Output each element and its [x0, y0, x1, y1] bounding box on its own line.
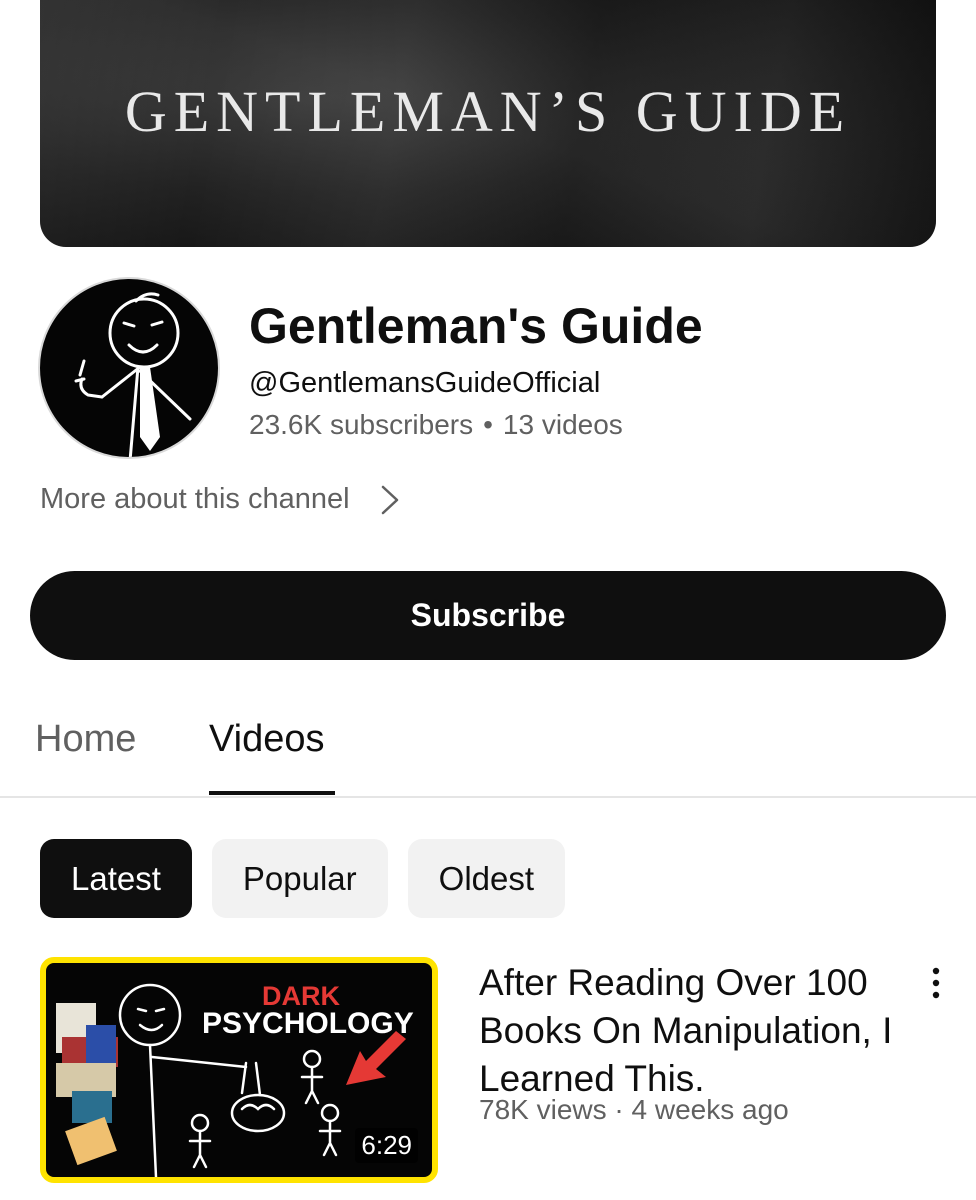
video-views: 78K views — [479, 1094, 607, 1125]
meta-separator: · — [614, 1094, 624, 1125]
chip-popular[interactable]: Popular — [211, 839, 388, 918]
subscriber-count: 23.6K subscribers — [249, 409, 474, 440]
channel-tabs: Home Videos — [0, 700, 976, 798]
video-list-item[interactable]: DARK PSYCHOLOGY 6:29 After Reading Over … — [40, 957, 956, 1187]
more-about-label: More about this channel — [40, 483, 350, 515]
chip-latest[interactable]: Latest — [40, 839, 192, 918]
more-vert-icon — [932, 967, 940, 999]
channel-avatar[interactable] — [38, 277, 220, 459]
channel-handle: @GentlemansGuideOfficial — [249, 367, 601, 399]
avatar-stickman-icon — [74, 292, 192, 457]
channel-banner: GENTLEMAN’S GUIDE — [40, 0, 936, 247]
banner-title: GENTLEMAN’S GUIDE — [124, 79, 852, 144]
video-options-button[interactable] — [924, 963, 948, 1003]
subscribe-button[interactable]: Subscribe — [30, 571, 946, 660]
tab-videos[interactable]: Videos — [209, 718, 325, 761]
channel-stats: 23.6K subscribers • 13 videos — [249, 409, 623, 441]
stats-separator: • — [483, 409, 493, 440]
sort-chips: Latest Popular Oldest — [40, 839, 566, 918]
more-about-channel-link[interactable]: More about this channel — [40, 483, 400, 516]
thumbnail-text-psychology: PSYCHOLOGY — [202, 1007, 414, 1040]
video-count: 13 videos — [502, 409, 623, 440]
tab-home[interactable]: Home — [35, 718, 136, 761]
video-age: 4 weeks ago — [631, 1094, 789, 1125]
video-title[interactable]: After Reading Over 100 Books On Manipula… — [479, 959, 919, 1103]
video-duration: 6:29 — [355, 1128, 418, 1163]
chevron-right-icon — [381, 485, 398, 514]
active-tab-indicator — [209, 791, 335, 795]
video-meta: 78K views · 4 weeks ago — [479, 1094, 789, 1126]
video-thumbnail[interactable]: DARK PSYCHOLOGY 6:29 — [40, 957, 438, 1183]
channel-name: Gentleman's Guide — [249, 298, 703, 354]
chip-oldest[interactable]: Oldest — [407, 839, 566, 918]
